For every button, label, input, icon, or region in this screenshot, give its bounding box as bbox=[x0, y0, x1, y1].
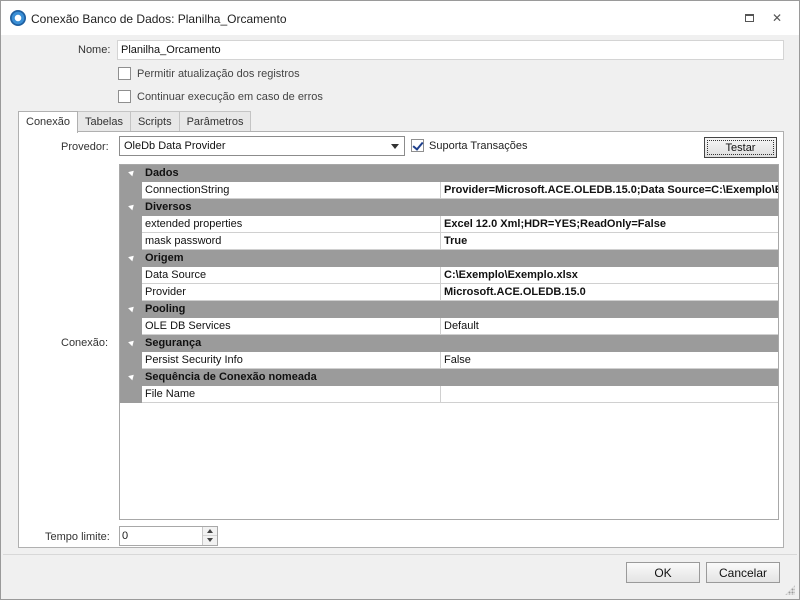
dialog-window: Conexão Banco de Dados: Planilha_Orcamen… bbox=[0, 0, 800, 600]
grid-property-name: Provider bbox=[142, 284, 441, 300]
cancel-button[interactable]: Cancelar bbox=[706, 562, 780, 583]
collapse-icon[interactable] bbox=[128, 253, 136, 262]
allow-update-label: Permitir atualização dos registros bbox=[137, 67, 300, 80]
database-icon bbox=[10, 10, 26, 26]
close-button[interactable]: ✕ bbox=[767, 9, 787, 27]
grid-category-row[interactable]: Diversos bbox=[120, 199, 778, 216]
grid-property-name: ConnectionString bbox=[142, 182, 441, 198]
timeout-value: 0 bbox=[122, 530, 129, 542]
test-button[interactable]: Testar bbox=[704, 137, 777, 158]
grid-property-value[interactable] bbox=[441, 386, 778, 402]
provider-label: Provedor: bbox=[61, 141, 109, 153]
grid-property-row[interactable]: Data Source C:\Exemplo\Exemplo.xlsx bbox=[120, 266, 778, 284]
grid-category-name: Sequência de Conexão nomeada bbox=[145, 371, 317, 383]
grid-gutter bbox=[120, 215, 142, 233]
grid-category-name: Origem bbox=[145, 252, 184, 264]
grid-property-value[interactable]: False bbox=[441, 352, 778, 368]
name-input[interactable]: Planilha_Orcamento bbox=[117, 40, 784, 60]
supports-transactions-option[interactable]: Suporta Transações bbox=[411, 139, 527, 152]
grid-property-name: Persist Security Info bbox=[142, 352, 441, 368]
tab-strip: Conexão Tabelas Scripts Parâmetros bbox=[18, 111, 252, 133]
grid-property-row[interactable]: ConnectionString Provider=Microsoft.ACE.O… bbox=[120, 181, 778, 199]
grid-category-row[interactable]: Dados bbox=[120, 165, 778, 182]
allow-update-checkbox[interactable] bbox=[118, 67, 131, 80]
grid-gutter bbox=[120, 317, 142, 335]
grid-property-row[interactable]: extended properties Excel 12.0 Xml;HDR=YE… bbox=[120, 215, 778, 233]
grid-category-row[interactable]: Pooling bbox=[120, 301, 778, 318]
grid-property-name: extended properties bbox=[142, 216, 441, 232]
window-title: Conexão Banco de Dados: Planilha_Orcamen… bbox=[31, 12, 287, 26]
grid-gutter bbox=[120, 351, 142, 369]
continue-on-error-label: Continuar execução em caso de erros bbox=[137, 90, 323, 103]
grid-category-name: Diversos bbox=[145, 201, 192, 213]
collapse-icon[interactable] bbox=[128, 202, 136, 211]
grid-category-name: Pooling bbox=[145, 303, 186, 315]
grid-property-name: Data Source bbox=[142, 267, 441, 283]
title-bar: Conexão Banco de Dados: Planilha_Orcamen… bbox=[1, 1, 799, 35]
grid-property-value[interactable]: Microsoft.ACE.OLEDB.15.0 bbox=[441, 284, 778, 300]
close-icon: ✕ bbox=[771, 11, 783, 25]
supports-transactions-checkbox[interactable] bbox=[411, 139, 424, 152]
spinner-buttons bbox=[202, 527, 217, 545]
supports-transactions-label: Suporta Transações bbox=[429, 139, 528, 152]
collapse-icon[interactable] bbox=[128, 338, 136, 347]
grid-property-row[interactable]: mask password True bbox=[120, 232, 778, 250]
timeout-spinner[interactable]: 0 bbox=[119, 526, 218, 546]
separator bbox=[3, 554, 797, 555]
tab-conexao[interactable]: Conexão bbox=[18, 111, 79, 133]
timeout-label: Tempo limite: bbox=[45, 531, 110, 543]
allow-update-option[interactable]: Permitir atualização dos registros bbox=[118, 67, 300, 80]
grid-gutter bbox=[120, 181, 142, 199]
collapse-icon[interactable] bbox=[128, 372, 136, 381]
continue-on-error-checkbox[interactable] bbox=[118, 90, 131, 103]
connection-label: Conexão: bbox=[61, 337, 109, 349]
provider-select[interactable]: OleDb Data Provider bbox=[119, 136, 405, 156]
grid-property-name: mask password bbox=[142, 233, 441, 249]
tab-scripts[interactable]: Scripts bbox=[129, 111, 180, 132]
provider-value: OleDb Data Provider bbox=[124, 140, 226, 152]
grid-gutter bbox=[120, 283, 142, 301]
grid-property-value[interactable]: Provider=Microsoft.ACE.OLEDB.15.0;Data S… bbox=[441, 182, 778, 198]
property-grid[interactable]: Dados ConnectionString Provider=Microsoft.… bbox=[119, 164, 779, 520]
grid-category-name: Dados bbox=[145, 167, 179, 179]
restore-button[interactable] bbox=[739, 9, 759, 27]
grid-property-row[interactable]: Provider Microsoft.ACE.OLEDB.15.0 bbox=[120, 283, 778, 301]
name-label: Nome: bbox=[78, 44, 111, 56]
tab-parametros[interactable]: Parâmetros bbox=[178, 111, 252, 132]
continue-on-error-option[interactable]: Continuar execução em caso de erros bbox=[118, 90, 323, 103]
grid-property-row[interactable]: OLE DB Services Default bbox=[120, 317, 778, 335]
resize-grip-icon[interactable] bbox=[785, 585, 795, 595]
spin-up-button[interactable] bbox=[203, 527, 217, 536]
collapse-icon[interactable] bbox=[128, 304, 136, 313]
grid-property-value[interactable]: Excel 12.0 Xml;HDR=YES;ReadOnly=False bbox=[441, 216, 778, 232]
tab-tabelas[interactable]: Tabelas bbox=[77, 111, 131, 132]
grid-gutter bbox=[120, 385, 142, 403]
grid-property-name: OLE DB Services bbox=[142, 318, 441, 334]
grid-gutter bbox=[120, 232, 142, 250]
grid-category-row[interactable]: Origem bbox=[120, 250, 778, 267]
grid-category-name: Segurança bbox=[145, 337, 202, 349]
collapse-icon[interactable] bbox=[128, 168, 136, 177]
restore-icon bbox=[744, 14, 754, 22]
grid-property-value[interactable]: Default bbox=[441, 318, 778, 334]
grid-category-row[interactable]: Segurança bbox=[120, 335, 778, 352]
grid-property-row[interactable]: Persist Security Info False bbox=[120, 351, 778, 369]
ok-button[interactable]: OK bbox=[626, 562, 700, 583]
grid-category-row[interactable]: Sequência de Conexão nomeada bbox=[120, 369, 778, 386]
spin-down-button[interactable] bbox=[203, 536, 217, 545]
grid-property-value[interactable]: C:\Exemplo\Exemplo.xlsx bbox=[441, 267, 778, 283]
chevron-down-icon bbox=[391, 144, 399, 149]
grid-gutter bbox=[120, 266, 142, 284]
grid-property-row[interactable]: File Name bbox=[120, 385, 778, 403]
grid-property-name: File Name bbox=[142, 386, 441, 402]
grid-property-value[interactable]: True bbox=[441, 233, 778, 249]
